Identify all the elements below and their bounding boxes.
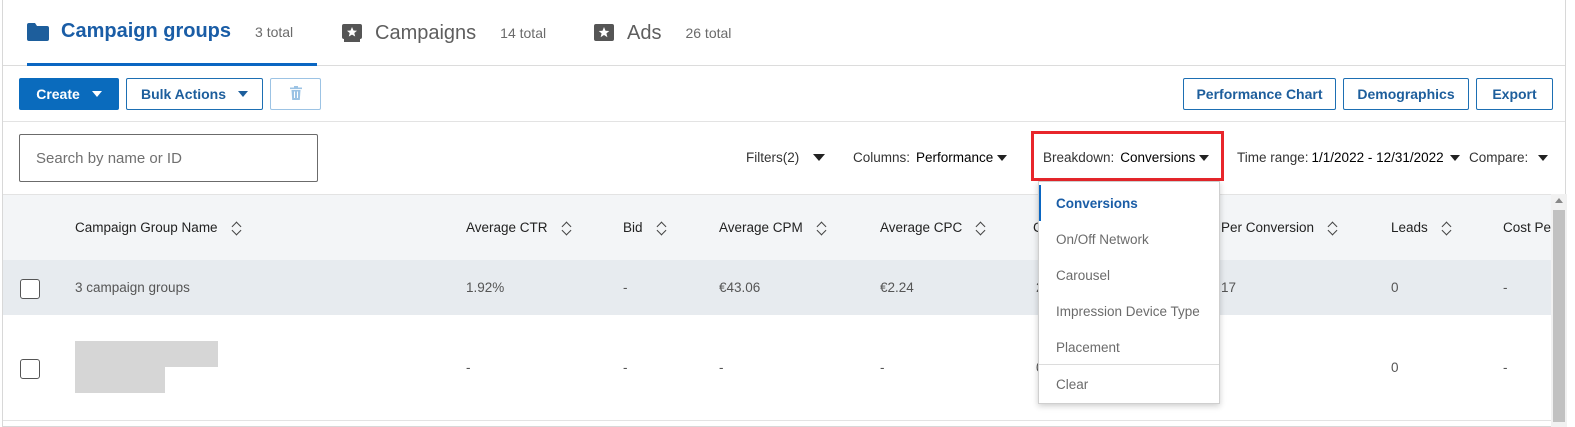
filter-bar: Filters(2) Columns: Performance Breakdow… bbox=[3, 122, 1565, 194]
sort-icon bbox=[817, 221, 827, 235]
header-label: Average CPM bbox=[719, 220, 803, 235]
action-toolbar: Create Bulk Actions Performance Chart De… bbox=[3, 66, 1565, 122]
cell-cpc: €2.24 bbox=[880, 280, 914, 295]
trash-icon bbox=[289, 85, 302, 103]
column-header-name[interactable]: Campaign Group Name bbox=[75, 220, 242, 235]
sort-icon bbox=[232, 221, 242, 235]
cell-bid: - bbox=[623, 360, 628, 375]
tab-label: Ads bbox=[627, 21, 662, 44]
scroll-up-icon[interactable] bbox=[1555, 198, 1563, 203]
cell-ctr: 1.92% bbox=[466, 280, 505, 295]
cell-cpc: - bbox=[880, 360, 885, 375]
breakdown-option-conversions[interactable]: Conversions bbox=[1039, 185, 1219, 221]
export-button[interactable]: Export bbox=[1476, 78, 1553, 110]
time-range-value: 1/1/2022 - 12/31/2022 bbox=[1311, 150, 1444, 165]
header-label: Average CPC bbox=[880, 220, 963, 235]
campaign-manager-panel: Campaign groups 3 total Campaigns 14 tot… bbox=[2, 0, 1567, 427]
row-checkbox[interactable] bbox=[20, 359, 40, 379]
scrollbar-thumb[interactable] bbox=[1553, 210, 1565, 422]
tab-count: 3 total bbox=[255, 23, 294, 40]
column-header-cpm[interactable]: Average CPM bbox=[719, 220, 827, 235]
tab-label: Campaign groups bbox=[61, 20, 232, 42]
cell-cost-per-lead: - bbox=[1503, 360, 1508, 375]
cell-bid: - bbox=[623, 280, 628, 295]
cell-name: 3 campaign groups bbox=[75, 280, 190, 295]
table-row: - - - - 0 0 - bbox=[3, 315, 1551, 421]
column-header-bid[interactable]: Bid bbox=[623, 220, 667, 235]
bulk-actions-button[interactable]: Bulk Actions bbox=[126, 78, 263, 110]
cell-ctr: - bbox=[466, 360, 471, 375]
caret-down-icon bbox=[813, 154, 826, 161]
folder-icon bbox=[27, 22, 49, 41]
breakdown-option-carousel[interactable]: Carousel bbox=[1039, 257, 1219, 293]
header-label: Average CTR bbox=[466, 220, 548, 235]
redacted-name-block bbox=[75, 341, 218, 367]
sort-icon bbox=[657, 221, 667, 235]
column-header-leads[interactable]: Leads bbox=[1391, 220, 1452, 235]
header-label: Leads bbox=[1391, 220, 1428, 235]
tab-count: 26 total bbox=[685, 25, 732, 41]
breakdown-menu: Conversions On/Off Network Carousel Impr… bbox=[1038, 181, 1220, 404]
cell-leads: 0 bbox=[1391, 360, 1399, 375]
sort-icon bbox=[1442, 221, 1452, 235]
filters-dropdown[interactable]: Filters(2) bbox=[746, 150, 826, 165]
campaign-icon bbox=[341, 24, 363, 42]
column-header-cost-per-conversion[interactable]: Per Conversion bbox=[1221, 220, 1338, 235]
columns-label: Columns: bbox=[853, 150, 911, 165]
breakdown-option-placement[interactable]: Placement bbox=[1039, 329, 1219, 365]
entity-tabs: Campaign groups 3 total Campaigns 14 tot… bbox=[3, 0, 1565, 66]
breakdown-highlight-box bbox=[1031, 131, 1224, 181]
filters-label: Filters(2) bbox=[746, 150, 800, 165]
bulk-actions-label: Bulk Actions bbox=[140, 86, 227, 102]
column-header-ctr[interactable]: Average CTR bbox=[466, 220, 572, 235]
create-button-label: Create bbox=[36, 86, 80, 102]
cell-cost-per-conversion: 17 bbox=[1221, 280, 1237, 295]
compare-dropdown[interactable]: Compare: bbox=[1469, 150, 1549, 165]
header-label: Per Conversion bbox=[1221, 220, 1315, 235]
tab-ads[interactable]: Ads 26 total bbox=[593, 0, 731, 66]
time-range-label: Time range: bbox=[1237, 150, 1309, 165]
row-checkbox[interactable] bbox=[20, 279, 40, 299]
delete-button[interactable] bbox=[270, 78, 321, 110]
tab-campaign-groups[interactable]: Campaign groups 3 total bbox=[27, 0, 317, 66]
time-range-dropdown[interactable]: Time range: 1/1/2022 - 12/31/2022 bbox=[1237, 150, 1460, 165]
header-label: Cost Per bbox=[1503, 220, 1556, 235]
breakdown-clear-option[interactable]: Clear bbox=[1039, 366, 1219, 402]
table-header: Campaign Group Name Average CTR Bid Aver… bbox=[3, 194, 1556, 260]
columns-value: Performance bbox=[916, 150, 994, 165]
header-label: Campaign Group Name bbox=[75, 220, 218, 235]
tab-campaigns[interactable]: Campaigns 14 total bbox=[341, 0, 546, 66]
table-row: 3 campaign groups 1.92% - €43.06 €2.24 2… bbox=[3, 260, 1551, 315]
cell-cpm: - bbox=[719, 360, 724, 375]
create-button[interactable]: Create bbox=[19, 78, 119, 110]
caret-down-icon bbox=[1538, 154, 1549, 161]
caret-down-icon bbox=[1449, 154, 1460, 161]
tab-label: Campaigns bbox=[375, 21, 477, 44]
header-label: Bid bbox=[623, 220, 643, 235]
ad-icon bbox=[593, 24, 615, 42]
performance-chart-button[interactable]: Performance Chart bbox=[1183, 78, 1336, 110]
tab-count: 14 total bbox=[500, 25, 547, 41]
columns-dropdown[interactable]: Columns: Performance bbox=[853, 150, 1008, 165]
search-input[interactable] bbox=[19, 134, 318, 182]
caret-down-icon bbox=[91, 91, 102, 97]
vertical-scrollbar[interactable] bbox=[1551, 194, 1567, 427]
cell-cost-per-lead: - bbox=[1503, 280, 1508, 295]
column-header-cost-per-lead[interactable]: Cost Per bbox=[1503, 220, 1556, 235]
compare-label: Compare: bbox=[1469, 150, 1529, 165]
sort-icon bbox=[976, 221, 986, 235]
cell-leads: 0 bbox=[1391, 280, 1399, 295]
breakdown-option-on-off-network[interactable]: On/Off Network bbox=[1039, 221, 1219, 257]
caret-down-icon bbox=[238, 91, 249, 97]
cell-cpm: €43.06 bbox=[719, 280, 761, 295]
breakdown-option-impression-device-type[interactable]: Impression Device Type bbox=[1039, 293, 1219, 329]
demographics-button[interactable]: Demographics bbox=[1343, 78, 1469, 110]
sort-icon bbox=[1328, 221, 1338, 235]
redacted-name-block bbox=[75, 367, 165, 393]
column-header-cpc[interactable]: Average CPC bbox=[880, 220, 986, 235]
caret-down-icon bbox=[997, 154, 1008, 161]
menu-divider bbox=[1039, 364, 1219, 365]
sort-icon bbox=[562, 221, 572, 235]
